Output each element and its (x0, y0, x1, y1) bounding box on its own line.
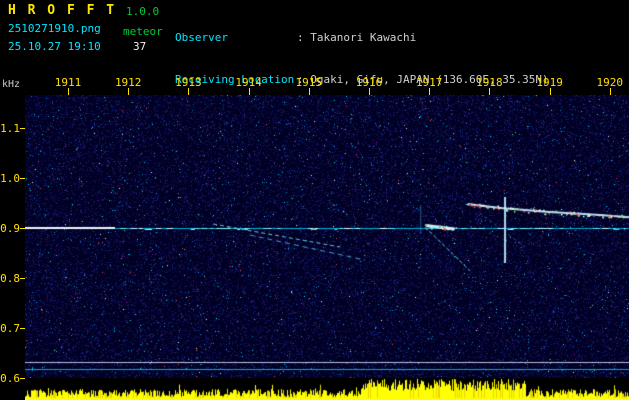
info-label: Observer (175, 31, 297, 45)
time-tick-mark (429, 88, 430, 95)
freq-tick-label: 0.9 (0, 222, 20, 235)
time-tick-mark (68, 88, 69, 95)
app-version: 1.0.0 (126, 5, 159, 18)
freq-tick-label: 1.1 (0, 122, 20, 135)
time-tick-mark (128, 88, 129, 95)
mode-label: meteor (123, 25, 163, 38)
info-row: Observer: Takanori Kawachi (175, 31, 549, 45)
time-tick-mark (309, 88, 310, 95)
time-tick-mark (369, 88, 370, 95)
freq-tick-label: 1.0 (0, 172, 20, 185)
time-tick-mark (249, 88, 250, 95)
amplitude-canvas (25, 378, 629, 400)
info-value: : Takanori Kawachi (297, 31, 416, 44)
freq-tick-label: 0.8 (0, 272, 20, 285)
echo-count: 37 (133, 40, 146, 53)
hrofft-window: H R O F F T 1.0.0 2510271910.png meteor … (0, 0, 629, 400)
freq-axis: 1.1 1.0 0.9 0.8 0.7 0.6 (0, 0, 26, 400)
freq-tick-label: 0.7 (0, 322, 20, 335)
spectrogram-canvas (25, 95, 629, 378)
time-tick-mark (188, 88, 189, 95)
time-tick-mark (550, 88, 551, 95)
time-tick-mark (489, 88, 490, 95)
time-tick-mark (610, 88, 611, 95)
time-axis: 1911 1912 1913 1914 1915 1916 1917 1918 1919 1920 (0, 76, 629, 96)
freq-tick-label: 0.6 (0, 372, 20, 385)
